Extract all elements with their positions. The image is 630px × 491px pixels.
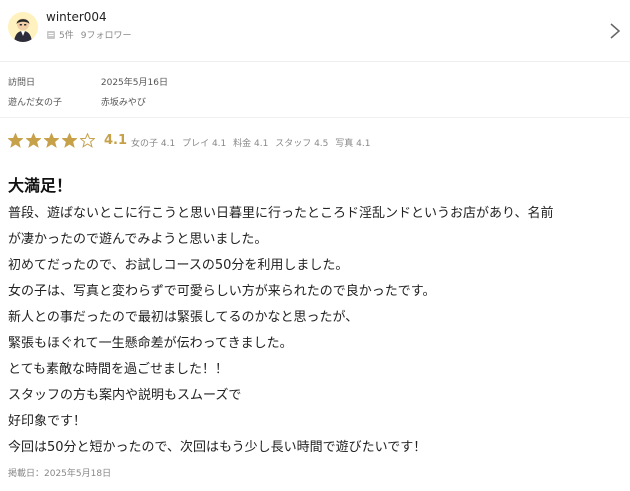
rating-score: 4.1 (104, 132, 128, 148)
followers-count[interactable]: 9フォロワー (81, 28, 132, 41)
subscore-girl: 女の子 4.1 (131, 138, 176, 149)
user-avatar-icon (8, 12, 38, 42)
review-line: とても素敵な時間を過ごせました！！ (8, 362, 228, 377)
document-icon (46, 30, 56, 40)
review-title: 大満足！ (8, 176, 73, 195)
visit-date-row: 訪問日 2025年5月16日 (8, 75, 168, 88)
girl-label: 遊んだ女の子 (8, 98, 63, 108)
chevron-right-icon[interactable] (609, 22, 621, 40)
star-empty-icon (79, 132, 96, 148)
review-line: 新人との事だったので最初は緊張してるのかなと思ったが、 (8, 310, 359, 325)
user-meta: 5件 9フォロワー (46, 28, 131, 41)
subscore-photo: 写真 4.1 (335, 138, 371, 149)
review-line: スタッフの方も案内や説明もスムーズで (8, 388, 242, 403)
visit-info: 訪問日 2025年5月16日 遊んだ女の子 赤坂みやび (0, 64, 630, 118)
review-line: 普段、遊ばないとこに行こうと思い日暮里に行ったところド淫乱ンドというお店があり、… (8, 206, 554, 221)
subscore-play: プレイ 4.1 (182, 138, 227, 149)
username[interactable]: winter004 (46, 10, 107, 24)
review-line: 今回は50分と短かったので、次回はもう少し長い時間で遊びたいです！ (8, 440, 427, 455)
rating-row: 4.1 女の子 4.1 プレイ 4.1 料金 4.1 スタッフ 4.5 写真 4… (7, 132, 374, 149)
star-rating (7, 132, 98, 148)
star-filled-icon (7, 132, 24, 148)
user-header[interactable]: winter004 5件 9フォロワー (0, 0, 630, 62)
subscore-staff: スタッフ 4.5 (275, 138, 329, 149)
review-body: 普段、遊ばないとこに行こうと思い日暮里に行ったところド淫乱ンドというお店があり、… (8, 201, 620, 461)
review-line: 好印象です！ (8, 414, 87, 429)
rating-subscores: 女の子 4.1 プレイ 4.1 料金 4.1 スタッフ 4.5 写真 4.1 (131, 136, 374, 149)
girl-row: 遊んだ女の子 赤坂みやび (8, 95, 146, 108)
review-line: が凄かったので遊んでみようと思いました。 (8, 232, 268, 247)
review-line: 女の子は、写真と変わらずで可愛らしい方が来られたので良かったです。 (8, 284, 436, 299)
girl-value[interactable]: 赤坂みやび (101, 98, 146, 108)
star-filled-icon (43, 132, 60, 148)
subscore-price: 料金 4.1 (233, 138, 269, 149)
visit-date-label: 訪問日 (8, 78, 36, 88)
star-filled-icon (61, 132, 78, 148)
posted-date: 掲載日：2025年5月18日 (8, 469, 112, 479)
review-count: 5件 (59, 31, 74, 41)
star-filled-icon (25, 132, 42, 148)
visit-date-value: 2025年5月16日 (100, 78, 168, 88)
review-line: 初めてだったので、お試しコースの50分を利用しました。 (8, 258, 349, 273)
review-line: 緊張もほぐれて一生懸命差が伝わってきました。 (8, 336, 293, 351)
